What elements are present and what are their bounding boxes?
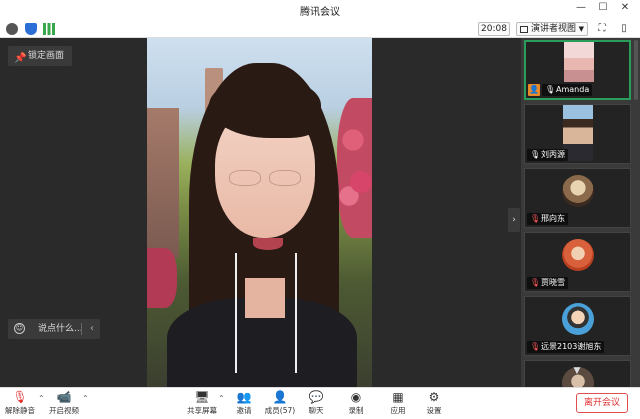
chat-placeholder: 说点什么... (38, 324, 83, 334)
participant-name: 贾晓雪 (541, 278, 565, 287)
glasses-right (269, 170, 301, 186)
view-mode-dropdown[interactable]: 演讲者视图 ▼ (516, 22, 588, 36)
participant-tile[interactable]: 🎙 远景2103谢旭东 (524, 296, 631, 356)
minimize-icon[interactable]: — (574, 2, 588, 13)
invite-icon: 👥 (236, 390, 252, 404)
camera-off-icon: 📹 (56, 390, 72, 404)
share-screen-label: 共享屏幕 (187, 406, 217, 415)
speaker-mouth (253, 238, 283, 250)
divider (81, 323, 82, 335)
speaker-video (147, 38, 372, 387)
chat-button[interactable]: 💬 聊天 (298, 390, 334, 418)
lock-view-button[interactable]: 📌 锁定画面 (8, 46, 73, 66)
participant-tile[interactable]: 🎙 刘丙源 (524, 104, 631, 164)
unmute-label: 解除静音 (5, 406, 35, 415)
chat-icon: 💬 (308, 390, 324, 404)
record-button[interactable]: ◉ 录制 (338, 390, 374, 418)
members-button[interactable]: 👤 成员(57) (262, 390, 298, 418)
quick-chat-input[interactable]: ☺ 说点什么... ‹ (8, 319, 100, 339)
start-video-button[interactable]: 📹 开启视频 (46, 390, 82, 418)
pin-icon: 📌 (14, 53, 27, 64)
bg-flowers (337, 98, 372, 238)
view-mode-label: 演讲者视图 (531, 24, 577, 34)
settings-button[interactable]: ⚙ 设置 (416, 390, 452, 418)
participant-name: Amanda (556, 85, 590, 94)
glasses-left (229, 170, 261, 186)
bg-building (147, 108, 179, 258)
mic-icon: 🎙 (545, 85, 556, 94)
signal-icon[interactable] (43, 23, 55, 35)
window-title: 腾讯会议 (300, 7, 340, 18)
earphone-wire-left (235, 253, 237, 373)
info-icon[interactable] (6, 23, 18, 35)
apps-label: 应用 (390, 406, 406, 415)
maximize-icon[interactable]: ☐ (596, 2, 610, 13)
close-icon[interactable]: ✕ (618, 2, 632, 13)
shield-icon[interactable] (25, 23, 37, 35)
apps-icon: ▦ (392, 390, 404, 404)
mic-muted-icon: 🎙 (530, 278, 541, 287)
participant-name: 邢向东 (541, 214, 565, 223)
participant-name-bar: 🎙 邢向东 (527, 213, 568, 225)
participant-name: 远景2103谢旭东 (541, 342, 602, 351)
grid-icon (520, 26, 528, 33)
members-icon: 👤 (272, 390, 288, 404)
emoji-icon[interactable]: ☺ (14, 323, 25, 334)
video-options-chevron-icon[interactable]: ⌃ (82, 394, 89, 403)
members-label: 成员(57) (264, 406, 296, 415)
title-bar: 腾讯会议 — ☐ ✕ (0, 0, 640, 20)
share-options-chevron-icon[interactable]: ⌃ (218, 394, 225, 403)
record-icon: ◉ (350, 390, 362, 404)
participant-name-bar: 🎙 贾晓雪 (527, 277, 568, 289)
apps-button[interactable]: ▦ 应用 (380, 390, 416, 418)
participant-tile[interactable]: 👤 🎙 Amanda (524, 40, 631, 100)
share-screen-icon: 🖥 (194, 390, 210, 404)
leave-meeting-button[interactable]: 离开会议 (576, 393, 628, 413)
mic-icon: 🎙 (530, 150, 541, 159)
start-video-label: 开启视频 (49, 406, 79, 415)
invite-label: 邀请 (236, 406, 252, 415)
chevron-down-icon[interactable]: ▼ (569, 366, 585, 378)
collapse-panel-button[interactable]: › (508, 208, 520, 232)
participant-tile[interactable]: 🎙 邢向东 (524, 168, 631, 228)
chat-label: 聊天 (308, 406, 324, 415)
avatar (562, 303, 594, 335)
participant-panel[interactable]: 👤 🎙 Amanda 🎙 刘丙源 🎙 邢向东 🎙 贾晓雪 🎙 远景2103谢旭东… (521, 38, 640, 387)
main-stage: 📌 锁定画面 ☺ 说点什么... ‹ › (0, 38, 521, 387)
bg-flowers-left (147, 248, 177, 308)
host-badge-icon: 👤 (528, 84, 540, 96)
meeting-timer: 20:08 (478, 22, 510, 36)
fullscreen-icon[interactable]: ⛶ (596, 23, 608, 35)
lock-view-label: 锁定画面 (28, 51, 65, 61)
gear-icon: ⚙ (428, 390, 440, 404)
participant-name-bar: 🎙 远景2103谢旭东 (527, 341, 605, 353)
avatar (562, 239, 594, 271)
chevron-left-icon[interactable]: ‹ (90, 319, 94, 339)
share-screen-button[interactable]: 🖥 共享屏幕 (184, 390, 220, 418)
mic-muted-icon: 🎙 (12, 390, 28, 404)
bottom-toolbar: 🎙 解除静音 ⌃ 📹 开启视频 ⌃ 🖥 共享屏幕 ⌃ 👥 邀请 👤 成员(57)… (0, 387, 640, 419)
side-panel-icon[interactable]: ▯ (618, 23, 630, 35)
participant-name-bar: 🎙 刘丙源 (527, 149, 568, 161)
info-bar: 20:08 演讲者视图 ▼ ⛶ ▯ (0, 20, 640, 38)
participant-name-bar: 🎙 Amanda (542, 84, 593, 96)
participant-tile[interactable]: 🎙 贾晓雪 (524, 232, 631, 292)
avatar (564, 42, 594, 82)
participant-name: 刘丙源 (541, 150, 565, 159)
invite-button[interactable]: 👥 邀请 (226, 390, 262, 418)
meeting-window: 腾讯会议 — ☐ ✕ 20:08 演讲者视图 ▼ ⛶ ▯ 📌 锁定画面 ☺ 说点… (0, 0, 640, 419)
earphone-wire-right (295, 253, 297, 373)
mic-muted-icon: 🎙 (530, 214, 541, 223)
avatar (562, 175, 594, 207)
mic-muted-icon: 🎙 (530, 342, 541, 351)
speaker-neck (245, 278, 285, 318)
panel-scrollbar[interactable] (634, 40, 638, 100)
chevron-down-icon: ▼ (578, 25, 584, 33)
unmute-button[interactable]: 🎙 解除静音 (2, 390, 38, 418)
audio-options-chevron-icon[interactable]: ⌃ (38, 394, 45, 403)
record-label: 录制 (348, 406, 364, 415)
settings-label: 设置 (426, 406, 442, 415)
